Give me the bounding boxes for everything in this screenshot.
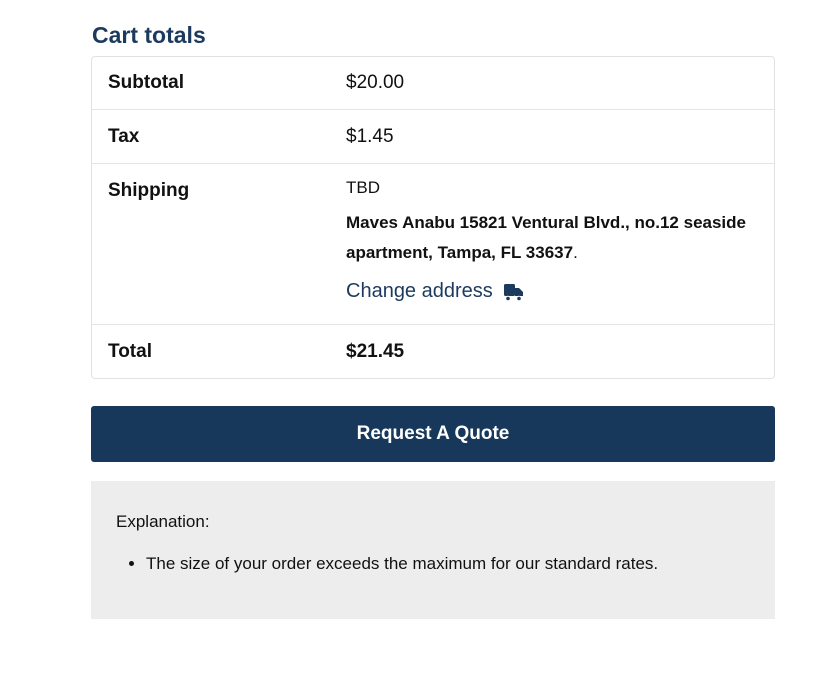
explanation-list: The size of your order exceeds the maxim… [116,554,750,574]
shipping-row: Shipping TBD Maves Anabu 15821 Ventural … [92,164,774,325]
shipping-address: Maves Anabu 15821 Ventural Blvd., no.12 … [346,208,766,268]
shipping-method: TBD [346,178,380,197]
explanation-item: The size of your order exceeds the maxim… [146,554,750,574]
explanation-title: Explanation: [116,512,210,531]
tax-value: $1.45 [346,125,394,147]
total-row: Total $21.45 [92,325,774,378]
shipping-address-text: Maves Anabu 15821 Ventural Blvd., no.12 … [346,213,746,262]
totals-table: Subtotal $20.00 Tax $1.45 Shipping TBD M… [91,56,775,379]
subtotal-row: Subtotal $20.00 [92,57,774,110]
shipping-label: Shipping [108,180,190,201]
cart-totals-title: Cart totals [92,22,206,48]
shipping-address-period: . [573,243,578,262]
explanation-panel: Explanation: The size of your order exce… [91,481,775,619]
total-label: Total [108,340,152,362]
request-quote-button[interactable]: Request A Quote [91,406,775,462]
tax-label: Tax [108,125,140,147]
change-address-link[interactable]: Change address [346,280,774,303]
subtotal-label: Subtotal [108,72,184,93]
total-value: $21.45 [346,340,405,362]
truck-icon [503,283,523,301]
shipping-details: TBD Maves Anabu 15821 Ventural Blvd., no… [346,164,774,324]
tax-row: Tax $1.45 [92,110,774,164]
change-address-label: Change address [346,280,493,302]
subtotal-value: $20.00 [346,72,405,93]
